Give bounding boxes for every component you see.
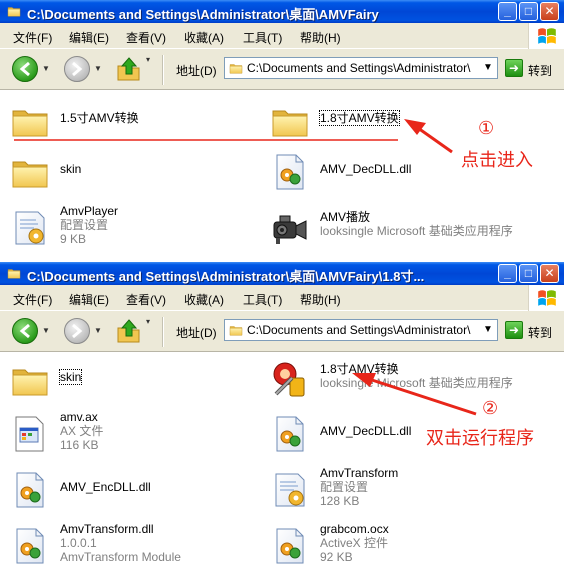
annotation-text: 点击进入 xyxy=(461,150,533,170)
annotation-arrow-2 xyxy=(352,373,477,416)
annotation-text: 双击运行程序 xyxy=(426,428,534,448)
annotation-step-number: ① xyxy=(478,118,495,138)
explorer-window-1-8-amv: C:\Documents and Settings\Administrator\… xyxy=(0,262,564,575)
explorer-window-amvfairy: C:\Documents and Settings\Administrator\… xyxy=(0,0,564,262)
annotation-step-number: ② xyxy=(482,398,499,418)
